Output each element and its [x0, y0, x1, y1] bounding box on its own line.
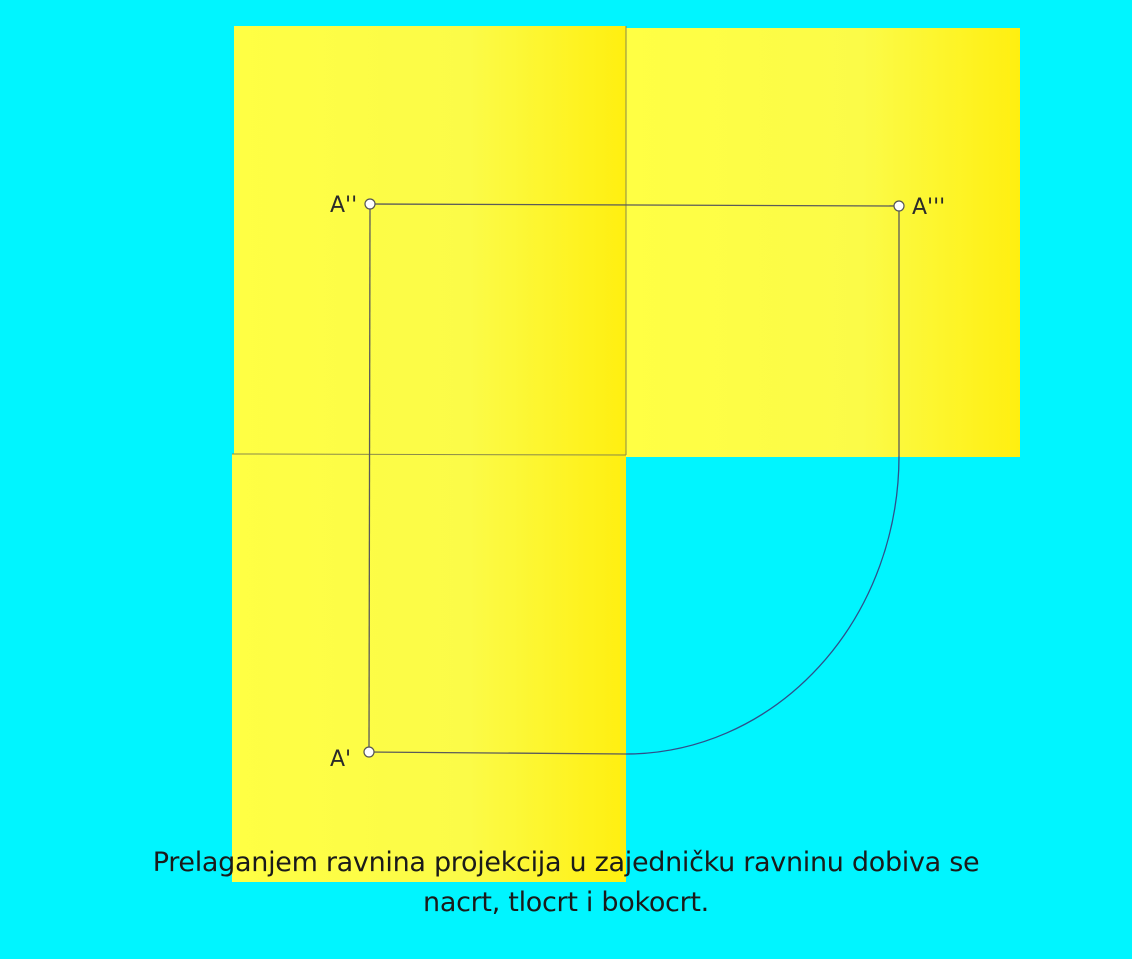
- point-front-label: A'': [330, 193, 357, 218]
- point-top-marker: [363, 746, 375, 758]
- projection-diagram: A'' A''' A': [231, 26, 1020, 882]
- point-side-marker: [893, 200, 905, 212]
- transfer-arc: [625, 455, 900, 755]
- point-side-label: A''': [912, 195, 945, 220]
- point-front-marker: [364, 198, 376, 210]
- front-plane: [234, 26, 626, 454]
- caption-line-2: nacrt, tlocrt i bokocrt.: [423, 887, 709, 918]
- caption-line-1: Prelaganjem ravnina projekcija u zajedni…: [152, 847, 980, 878]
- point-top-label: A': [330, 747, 351, 772]
- top-plane: [232, 454, 626, 882]
- side-plane: [626, 28, 1020, 457]
- caption: Prelaganjem ravnina projekcija u zajedni…: [0, 843, 1132, 923]
